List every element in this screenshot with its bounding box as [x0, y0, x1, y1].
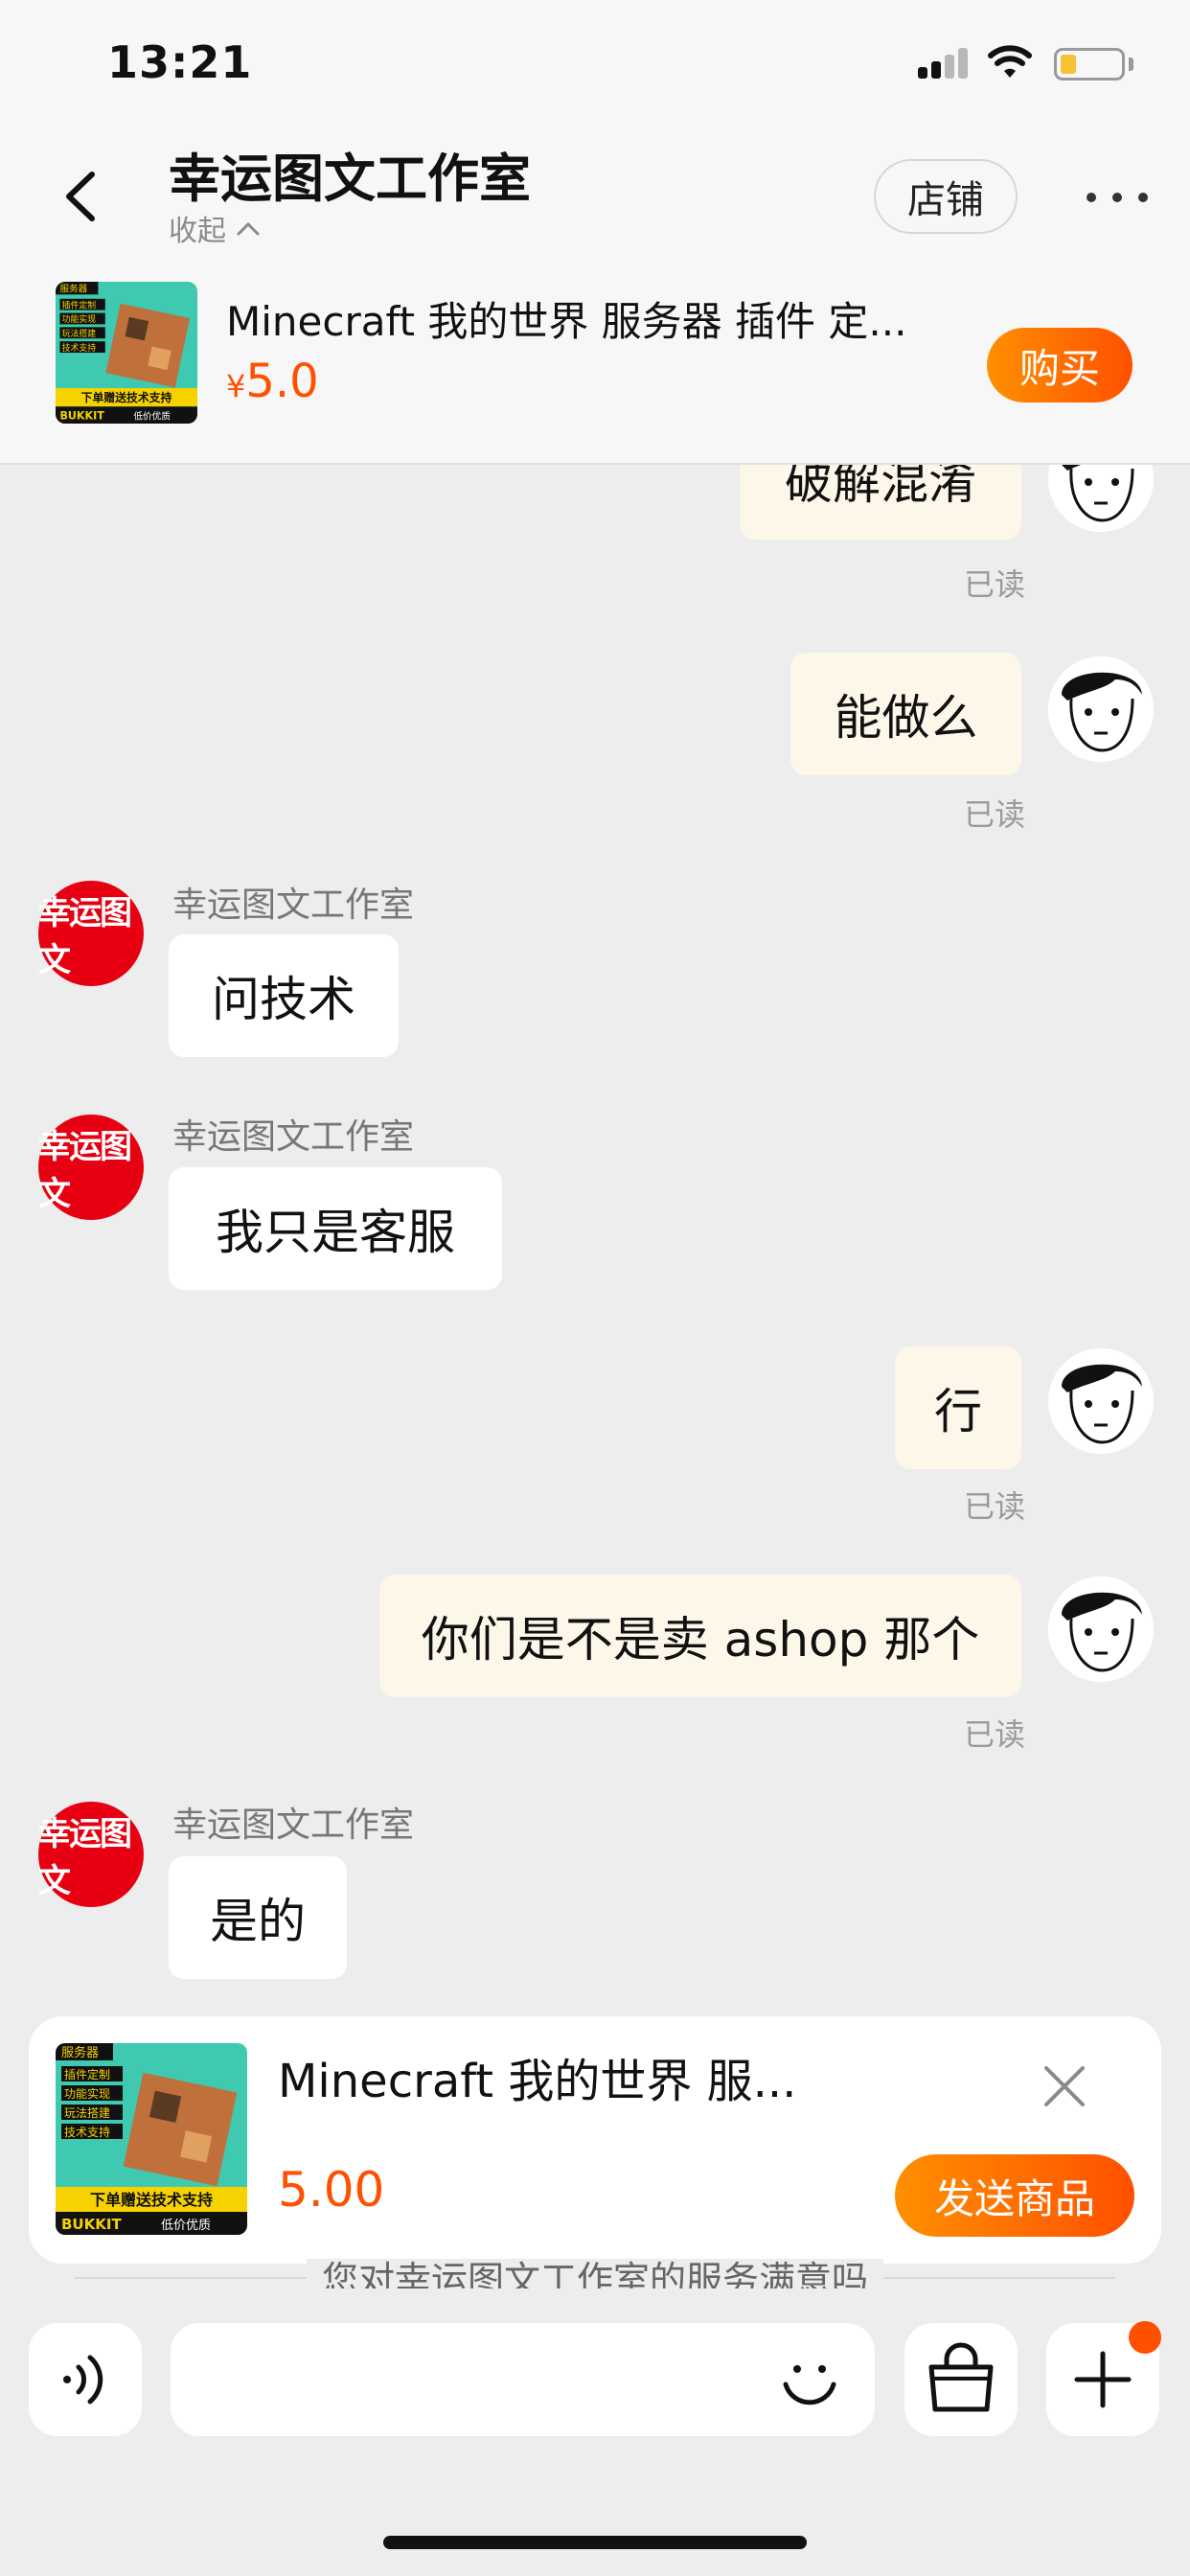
sender-name: 幸运图文工作室 [172, 1117, 415, 1157]
shop-avatar-text: 幸运图文 [38, 1815, 132, 1900]
chat-messages[interactable]: 破解混淆 已读 能做么 已读 幸运图文 幸运图文工作室 问技术 幸运图文 幸运图… [0, 465, 1190, 2012]
message-text: 问技术 [212, 972, 355, 1027]
card-thumb-line-2: 功能实现 [64, 2086, 110, 2101]
user-avatar-face [1048, 1348, 1154, 1454]
product-bar[interactable]: 服务器 插件定制 功能实现 玩法搭建 技术支持 下单赠送技术支持 BUKKIT … [0, 268, 1190, 465]
more-icon[interactable] [1087, 178, 1148, 217]
read-status: 已读 [963, 796, 1025, 833]
read-status: 已读 [963, 566, 1025, 603]
shop-avatar[interactable]: 幸运图文 [38, 1802, 144, 1907]
read-status: 已读 [963, 1488, 1025, 1525]
voice-icon [63, 2355, 103, 2404]
user-avatar-face [1048, 1576, 1154, 1682]
message-bubble[interactable]: 行 [895, 1346, 1021, 1469]
send-product-card[interactable]: 服务器 插件定制 功能实现 玩法搭建 技术支持 下单赠送技术支持 BUKKIT … [29, 2016, 1161, 2264]
survey-prompt[interactable]: 您对幸运图文工作室的服务满意吗 [0, 2254, 1190, 2288]
battery-icon [1054, 48, 1125, 80]
sender-name: 幸运图文工作室 [172, 1806, 415, 1845]
message-bubble[interactable]: 你们是不是卖 ashop 那个 [379, 1575, 1021, 1697]
back-button[interactable] [48, 163, 115, 230]
thumb-line-3: 玩法搭建 [62, 328, 97, 339]
user-avatar[interactable] [1048, 1576, 1154, 1682]
shop-avatar-text: 幸运图文 [38, 894, 132, 979]
message-text: 行 [934, 1384, 982, 1439]
shop-avatar[interactable]: 幸运图文 [38, 881, 144, 986]
thumb-brand: BUKKIT [59, 410, 104, 423]
card-product-thumbnail[interactable]: 服务器 插件定制 功能实现 玩法搭建 技术支持 下单赠送技术支持 BUKKIT … [56, 2043, 247, 2235]
read-status: 已读 [963, 1716, 1025, 1753]
thumb-banner: 下单赠送技术支持 [81, 391, 172, 404]
message-bubble[interactable]: 我只是客服 [169, 1167, 502, 1290]
user-avatar-face [1048, 465, 1154, 532]
chevron-left-icon [66, 172, 95, 221]
message-bubble[interactable]: 能做么 [790, 653, 1021, 775]
card-product-title: Minecraft 我的世界 服... [278, 2055, 797, 2108]
emoji-button[interactable] [772, 2342, 847, 2417]
card-thumb-tag: 服务器 [61, 2045, 99, 2060]
product-price: ¥5.0 [226, 355, 319, 408]
message-bubble[interactable]: 破解混淆 [740, 465, 1021, 540]
message-bubble[interactable]: 问技术 [169, 934, 399, 1057]
chat-header: 幸运图文工作室 收起 店铺 [0, 125, 1190, 268]
user-avatar-face [1048, 656, 1154, 762]
voice-input-button[interactable] [29, 2323, 142, 2436]
buy-button[interactable]: 购买 [987, 328, 1133, 402]
input-bar [0, 2300, 1190, 2576]
shop-avatar[interactable]: 幸运图文 [38, 1115, 144, 1220]
product-title: Minecraft 我的世界 服务器 插件 定... [226, 298, 907, 345]
card-thumb-footer: 低价优质 [161, 2219, 211, 2233]
thumb-line-4: 技术支持 [62, 342, 97, 354]
product-thumbnail[interactable]: 服务器 插件定制 功能实现 玩法搭建 技术支持 下单赠送技术支持 BUKKIT … [56, 282, 197, 424]
status-time: 13:21 [107, 36, 253, 88]
close-icon[interactable] [1035, 2057, 1094, 2116]
card-thumb-banner: 下单赠送技术支持 [90, 2191, 213, 2209]
card-thumb-line-1: 插件定制 [64, 2067, 110, 2082]
user-avatar[interactable] [1048, 1348, 1154, 1454]
cellular-signal-icon [918, 48, 968, 79]
collapse-toggle[interactable]: 收起 [169, 207, 261, 249]
shopping-bag-button[interactable] [904, 2323, 1018, 2436]
survey-text: 您对幸运图文工作室的服务满意吗 [306, 2259, 883, 2288]
message-text: 是的 [210, 1894, 306, 1949]
wifi-icon [987, 42, 1033, 80]
message-input[interactable] [171, 2323, 875, 2436]
thumb-footer: 低价优质 [133, 411, 171, 423]
store-button[interactable]: 店铺 [874, 159, 1018, 234]
card-thumb-line-3: 玩法搭建 [64, 2106, 110, 2120]
shopping-bag-icon [928, 2342, 994, 2412]
message-text: 我只是客服 [216, 1205, 455, 1260]
card-product-price: 5.00 [278, 2162, 385, 2218]
shop-avatar-text: 幸运图文 [38, 1128, 132, 1213]
smiley-icon [783, 2365, 836, 2405]
home-indicator[interactable] [383, 2536, 807, 2549]
price-value: 5.0 [245, 355, 319, 408]
card-thumb-line-4: 技术支持 [64, 2125, 110, 2139]
send-product-button[interactable]: 发送商品 [895, 2154, 1134, 2237]
message-text: 破解混淆 [785, 465, 976, 510]
sender-name: 幸运图文工作室 [172, 886, 415, 925]
thumb-line-2: 功能实现 [62, 313, 97, 325]
chevron-up-icon [237, 221, 260, 236]
status-bar: 13:21 [0, 0, 1190, 125]
notification-dot [1129, 2321, 1161, 2354]
card-thumb-brand: BUKKIT [61, 2216, 122, 2233]
shop-name: 幸运图文工作室 [169, 149, 531, 209]
user-avatar[interactable] [1048, 465, 1154, 532]
thumb-tag: 服务器 [59, 283, 87, 294]
message-text: 能做么 [834, 690, 978, 746]
collapse-label: 收起 [169, 215, 226, 248]
currency-symbol: ¥ [226, 368, 246, 404]
message-bubble[interactable]: 是的 [169, 1856, 347, 1979]
message-text: 你们是不是卖 ashop 那个 [421, 1612, 980, 1668]
user-avatar[interactable] [1048, 656, 1154, 762]
battery-cap [1129, 58, 1133, 71]
thumb-line-1: 插件定制 [62, 299, 97, 310]
